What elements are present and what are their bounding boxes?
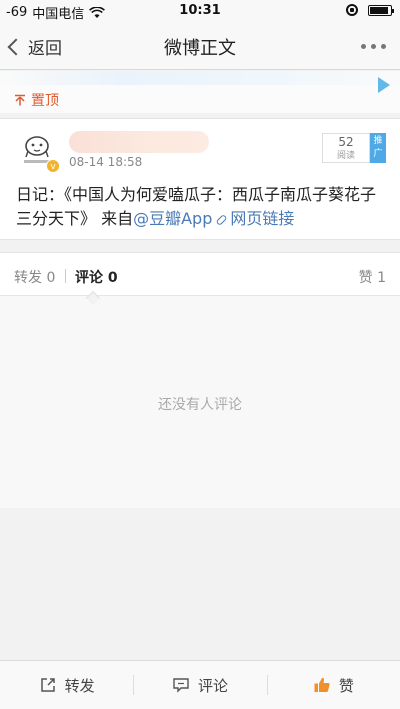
more-dot <box>371 44 376 49</box>
promote-button[interactable]: 推广 <box>370 133 386 163</box>
tab-divider <box>65 269 66 283</box>
comments-area: 还没有人评论 <box>0 296 400 508</box>
post-timestamp: 08-14 18:58 <box>69 155 143 169</box>
thumbs-up-icon <box>314 677 330 692</box>
rotation-lock-icon <box>346 4 358 16</box>
more-dot <box>361 44 366 49</box>
pinned-label: 置顶 <box>14 90 59 110</box>
username-blurred[interactable] <box>69 131 209 153</box>
tab-repost-count: 0 <box>46 270 56 286</box>
repost-button[interactable]: 转发 <box>0 661 133 709</box>
post-card: v 08-14 18:58 52 阅读 推广 日记：《中国人为何爱嗑瓜子：西瓜子… <box>0 118 400 240</box>
status-time: 10:31 <box>179 3 221 18</box>
source-link[interactable]: @豆瓣App <box>133 209 212 228</box>
comment-button[interactable]: 评论 <box>133 661 266 709</box>
read-label: 阅读 <box>336 151 355 161</box>
empty-comments-message: 还没有人评论 <box>158 397 242 413</box>
comment-bubble-icon <box>173 678 189 693</box>
play-arrow-icon[interactable] <box>378 77 390 93</box>
read-count-box: 52 阅读 <box>322 133 370 163</box>
tab-comment-count: 0 <box>107 270 118 286</box>
more-options-button[interactable] <box>361 44 386 49</box>
navigation-bar: 返回 微博正文 <box>0 22 400 70</box>
bottom-toolbar: 转发 评论 赞 <box>0 660 400 709</box>
like-label: 赞 <box>338 676 354 695</box>
verified-badge: v <box>46 159 60 173</box>
tab-comment[interactable]: 评论 0 <box>75 267 118 287</box>
repost-label: 转发 <box>64 676 95 695</box>
pinned-text: 置顶 <box>31 93 59 109</box>
pinned-banner: 置顶 <box>0 71 400 113</box>
link-icon <box>215 213 228 226</box>
tab-repost-label: 转发 <box>14 270 42 286</box>
banner-stripe <box>0 71 400 85</box>
tab-comment-label: 评论 <box>75 270 103 286</box>
page-title: 微博正文 <box>164 38 236 59</box>
tab-like-count: 1 <box>377 270 386 286</box>
post-body: 日记：《中国人为何爱嗑瓜子：西瓜子南瓜子葵花子三分天下》 来自@豆瓣App 网页链… <box>16 183 388 231</box>
status-bar: -69 中国电信 10:31 <box>0 0 400 22</box>
share-arrow-icon <box>40 678 55 692</box>
web-link[interactable]: 网页链接 <box>230 209 294 228</box>
tab-repost[interactable]: 转发 0 <box>14 267 55 287</box>
battery-icon <box>368 4 394 16</box>
tab-like-label: 赞 <box>358 270 373 286</box>
pin-top-icon <box>15 94 25 106</box>
more-dot <box>381 44 386 49</box>
comment-label: 评论 <box>197 676 228 695</box>
like-button[interactable]: 赞 <box>266 661 400 709</box>
tab-like[interactable]: 赞 1 <box>359 267 386 287</box>
avatar[interactable]: v <box>16 129 60 173</box>
interaction-tabs: 转发 0 评论 0 赞 1 <box>0 252 400 296</box>
read-count: 52 <box>338 135 354 149</box>
